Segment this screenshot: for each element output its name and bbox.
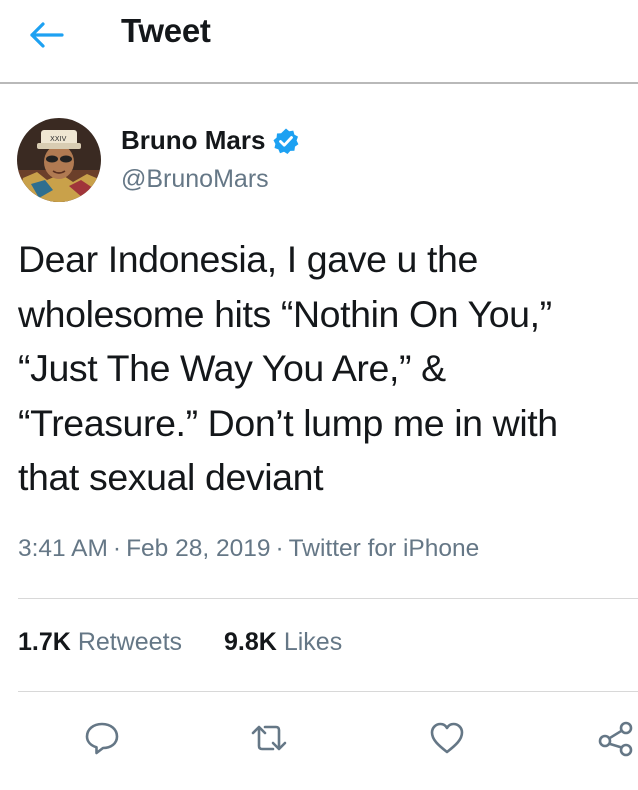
page-title: Tweet [121, 12, 211, 49]
svg-text:XXIV: XXIV [50, 135, 67, 143]
avatar-image: XXIV [17, 118, 101, 202]
retweet-icon [251, 725, 287, 751]
tweet-line: “Just The Way You Are,” & [18, 347, 446, 389]
like-button[interactable] [427, 718, 467, 758]
back-button[interactable] [26, 20, 68, 50]
arrow-left-icon [30, 22, 64, 48]
tweet-meta: 3:41 AM · Feb 28, 2019 · Twitter for iPhone [18, 535, 479, 563]
tweet-line: “Treasure.” Don’t lump me in with [18, 401, 558, 444]
retweets-stat[interactable]: 1.7K Retweets [18, 628, 182, 657]
likes-label: Likes [283, 628, 343, 656]
tweet-time: 3:41 AM [18, 535, 108, 562]
likes-count: 9.8K [224, 628, 277, 656]
author-name-text: Bruno Mars [121, 125, 266, 155]
divider [18, 598, 638, 599]
reply-button[interactable] [82, 718, 122, 758]
tweet-date: Feb 28, 2019 [126, 535, 271, 562]
tweet-line: wholesome hits “Nothin On You,” [18, 292, 552, 335]
author-handle: @BrunoMars [121, 165, 269, 193]
tweet-text: Dear Indonesia, I gave u the wholesome h… [18, 232, 633, 505]
avatar[interactable]: XXIV [17, 118, 101, 202]
share-icon [598, 721, 633, 757]
meta-separator: · [275, 535, 284, 562]
verified-badge-icon [272, 127, 300, 155]
share-button[interactable] [596, 718, 636, 758]
meta-separator: · [112, 535, 122, 562]
tweet-line: Dear Indonesia, I gave u the [18, 238, 478, 280]
retweet-button[interactable] [249, 718, 289, 758]
tweet-line: that sexual deviant [18, 456, 324, 498]
retweets-count: 1.7K [18, 628, 71, 656]
tweet-stats: 1.7K Retweets 9.8K Likes [18, 628, 384, 657]
retweets-label: Retweets [77, 628, 183, 656]
top-bar: Tweet [0, 0, 638, 84]
divider [18, 691, 638, 692]
reply-icon [85, 722, 119, 755]
author-name[interactable]: Bruno Mars [121, 125, 300, 156]
likes-stat[interactable]: 9.8K Likes [224, 628, 342, 657]
heart-icon [430, 722, 464, 754]
tweet-source-link[interactable]: Twitter for iPhone [289, 535, 480, 562]
